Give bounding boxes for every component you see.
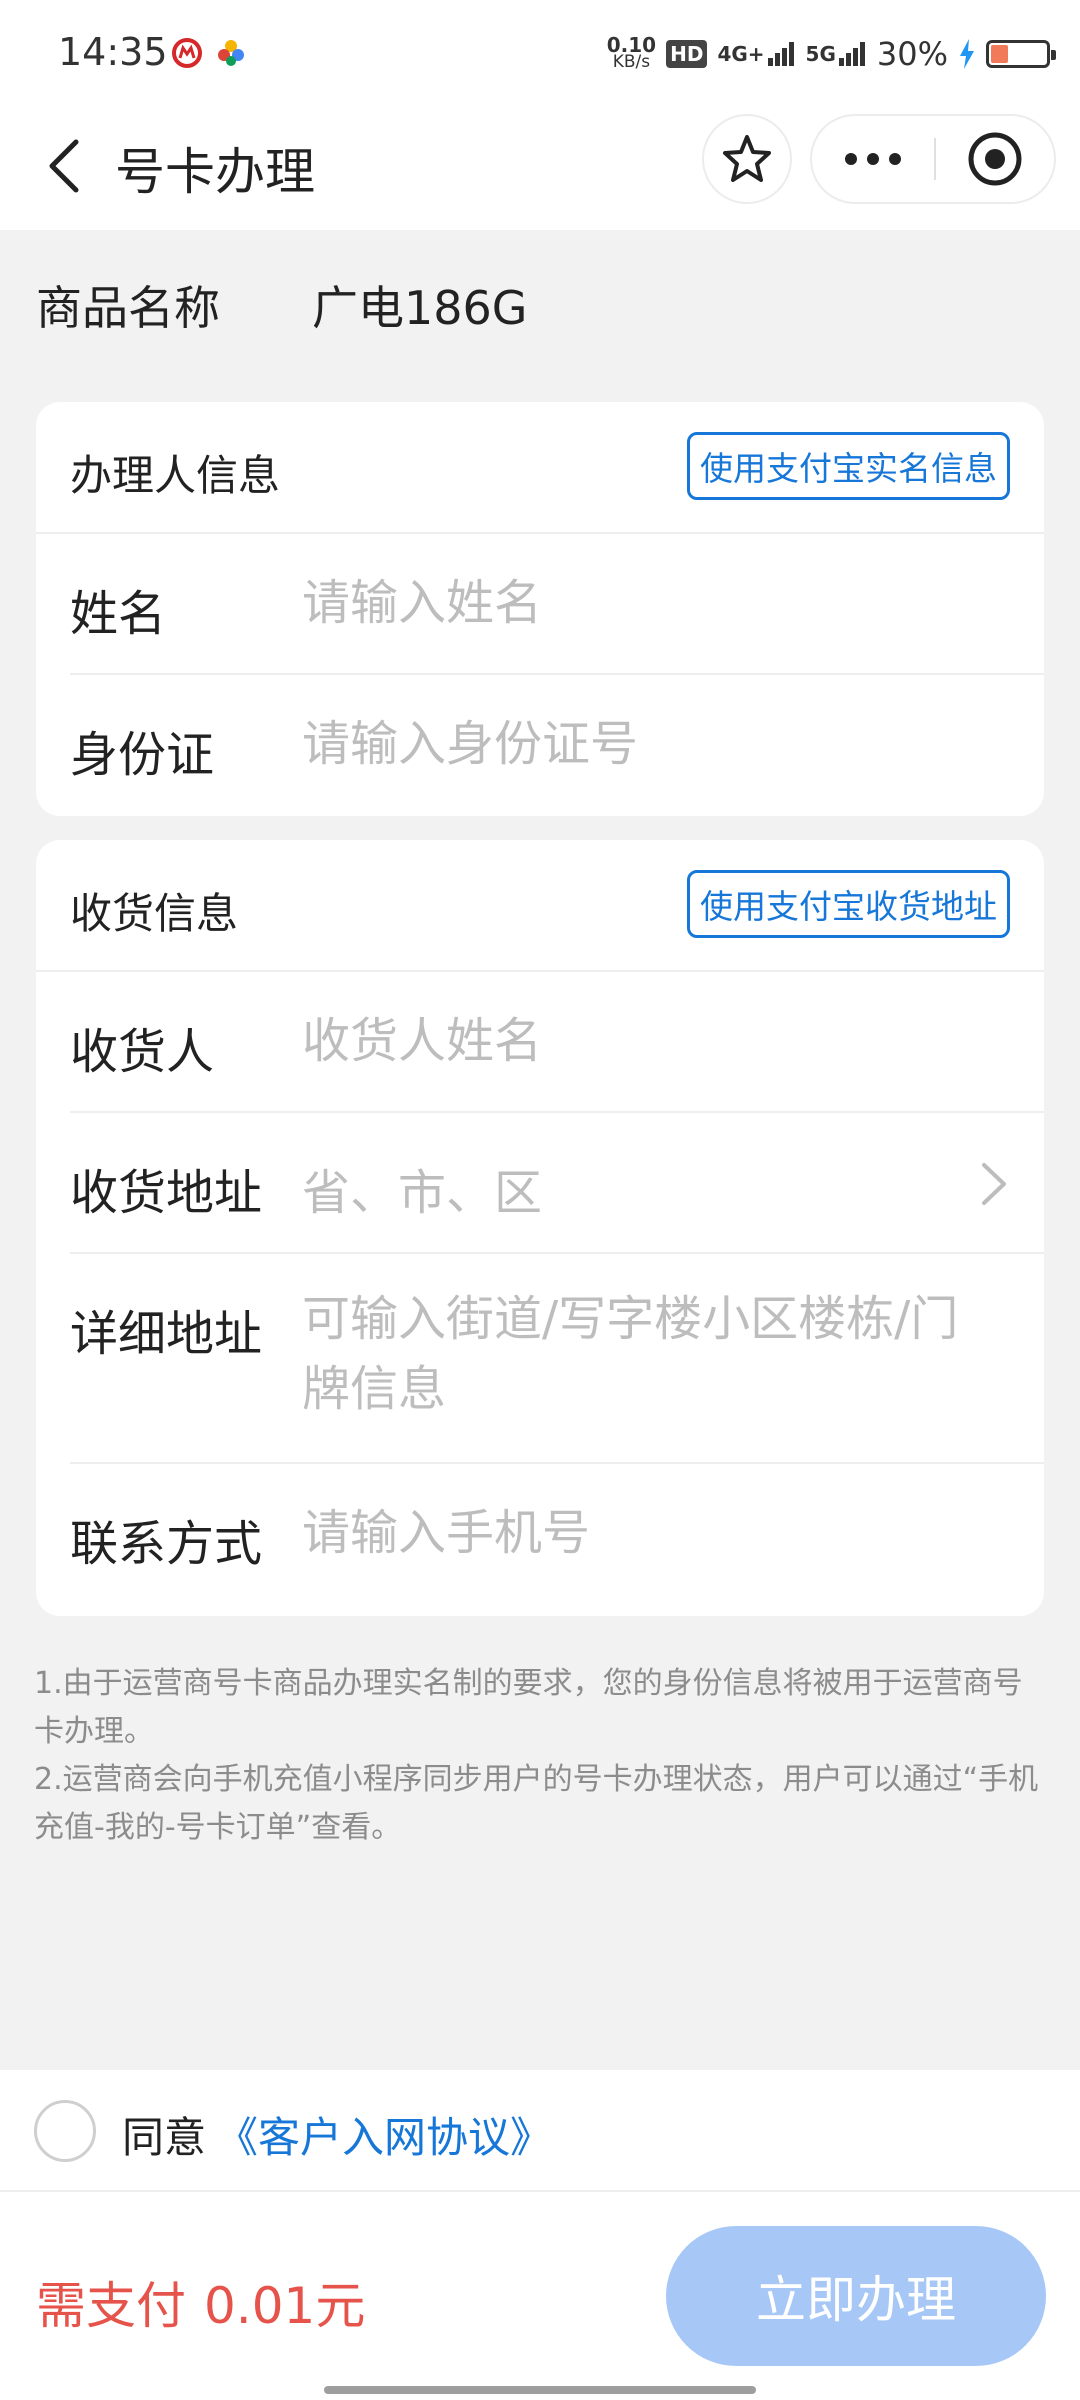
- page-title: 号卡办理: [115, 143, 315, 201]
- notes: 1.由于运营商号卡商品办理实名制的要求，您的身份信息将被用于运营商号卡办理。 2…: [34, 1660, 1046, 1852]
- id-card-input[interactable]: [302, 709, 1002, 779]
- recipient-input[interactable]: [302, 1006, 1002, 1076]
- network-speed: 0.10 KB/s: [607, 35, 656, 72]
- agree-radio[interactable]: [34, 2100, 96, 2162]
- region-select[interactable]: 省、市、区: [302, 1153, 542, 1223]
- agreement-link[interactable]: 《客户入网协议》: [216, 2104, 552, 2165]
- hd-badge-text: HD: [670, 42, 704, 66]
- star-icon: [723, 135, 771, 182]
- home-indicator[interactable]: [324, 2386, 756, 2394]
- signal-5g: 5G: [806, 42, 867, 66]
- back-button[interactable]: [36, 132, 96, 200]
- status-time: 14:35: [58, 30, 168, 74]
- applicant-card-header: 办理人信息 使用支付宝实名信息: [36, 402, 1044, 534]
- submit-button[interactable]: 立即办理: [666, 2226, 1046, 2366]
- contact-row: 联系方式: [36, 1464, 1044, 1605]
- contact-label: 联系方式: [70, 1516, 263, 1572]
- favorite-button[interactable]: [702, 114, 792, 204]
- back-arrow-icon: [49, 139, 79, 193]
- phone-input[interactable]: [302, 1498, 1002, 1568]
- note-item: 2.运营商会向手机充值小程序同步用户的号卡办理状态，用户可以通过“手机充值-我的…: [34, 1762, 1039, 1845]
- battery-icon: [986, 40, 1056, 68]
- product-value: 广电186G: [312, 281, 528, 335]
- more-button[interactable]: [812, 116, 934, 202]
- signal-icon: [767, 42, 794, 66]
- id-card-label: 身份证: [70, 727, 215, 783]
- shipping-card-header: 收货信息 使用支付宝收货地址: [36, 840, 1044, 972]
- shipping-card-title: 收货信息: [70, 889, 239, 938]
- region-label: 收货地址: [70, 1165, 263, 1221]
- product-row: 商品名称 广电186G: [36, 270, 527, 340]
- battery-percent: 30%: [876, 35, 948, 73]
- region-row[interactable]: 收货地址 省、市、区: [36, 1113, 1044, 1254]
- chevron-right-icon: [982, 1163, 1006, 1205]
- name-label: 姓名: [70, 586, 167, 642]
- close-button[interactable]: [936, 116, 1054, 202]
- battery-fill: [991, 45, 1009, 63]
- pay-label: 需支付: [36, 2277, 186, 2335]
- hd-icon: HD: [666, 40, 708, 68]
- mini-program-capsule: [810, 114, 1056, 204]
- more-icon: [845, 153, 901, 165]
- close-circle-icon: [968, 132, 1022, 186]
- detail-address-input[interactable]: [302, 1284, 1002, 1434]
- agree-prefix: 同意: [122, 2113, 207, 2162]
- app-badge-red-icon: [172, 38, 202, 68]
- use-alipay-identity-button[interactable]: 使用支付宝实名信息: [687, 432, 1010, 500]
- name-input[interactable]: [302, 568, 1002, 638]
- signal-5g-label: 5G: [805, 42, 836, 66]
- applicant-card-title: 办理人信息: [70, 451, 281, 500]
- recipient-label: 收货人: [70, 1024, 215, 1080]
- signal-4g-label: 4G+: [717, 42, 765, 66]
- product-label: 商品名称: [36, 281, 220, 335]
- applicant-card: 办理人信息 使用支付宝实名信息 姓名 身份证: [36, 402, 1044, 816]
- charging-icon: [960, 39, 974, 69]
- pay-amount: 0.01元: [204, 2277, 366, 2335]
- note-item: 1.由于运营商号卡商品办理实名制的要求，您的身份信息将被用于运营商号卡办理。: [34, 1666, 1023, 1749]
- status-bar: 14:35 0.10 KB/s HD 4G+ 5G 30%: [0, 0, 1080, 104]
- status-indicators: 0.10 KB/s HD 4G+ 5G 30%: [607, 30, 1056, 78]
- detail-address-row: 详细地址: [36, 1254, 1044, 1464]
- page: 14:35 0.10 KB/s HD 4G+ 5G 30% 号卡办理 商品名称 …: [0, 0, 1080, 2400]
- agreement-bar: 同意 《客户入网协议》: [0, 2070, 1080, 2192]
- detail-address-label: 详细地址: [70, 1306, 263, 1362]
- use-alipay-address-button[interactable]: 使用支付宝收货地址: [687, 870, 1010, 938]
- id-card-row: 身份证: [36, 675, 1044, 816]
- name-row: 姓名: [36, 534, 1044, 675]
- network-speed-unit: KB/s: [612, 52, 651, 72]
- signal-icon: [838, 42, 865, 66]
- recipient-row: 收货人: [36, 972, 1044, 1113]
- app-badge-colorful-icon: [216, 38, 246, 68]
- shipping-card: 收货信息 使用支付宝收货地址 收货人 收货地址 省、市、区 详细地址 联系方式: [36, 840, 1044, 1616]
- nav-bar: 号卡办理: [0, 104, 1080, 230]
- pay-bar: 需支付 0.01元 立即办理: [0, 2192, 1080, 2400]
- signal-4g: 4G+: [717, 42, 795, 66]
